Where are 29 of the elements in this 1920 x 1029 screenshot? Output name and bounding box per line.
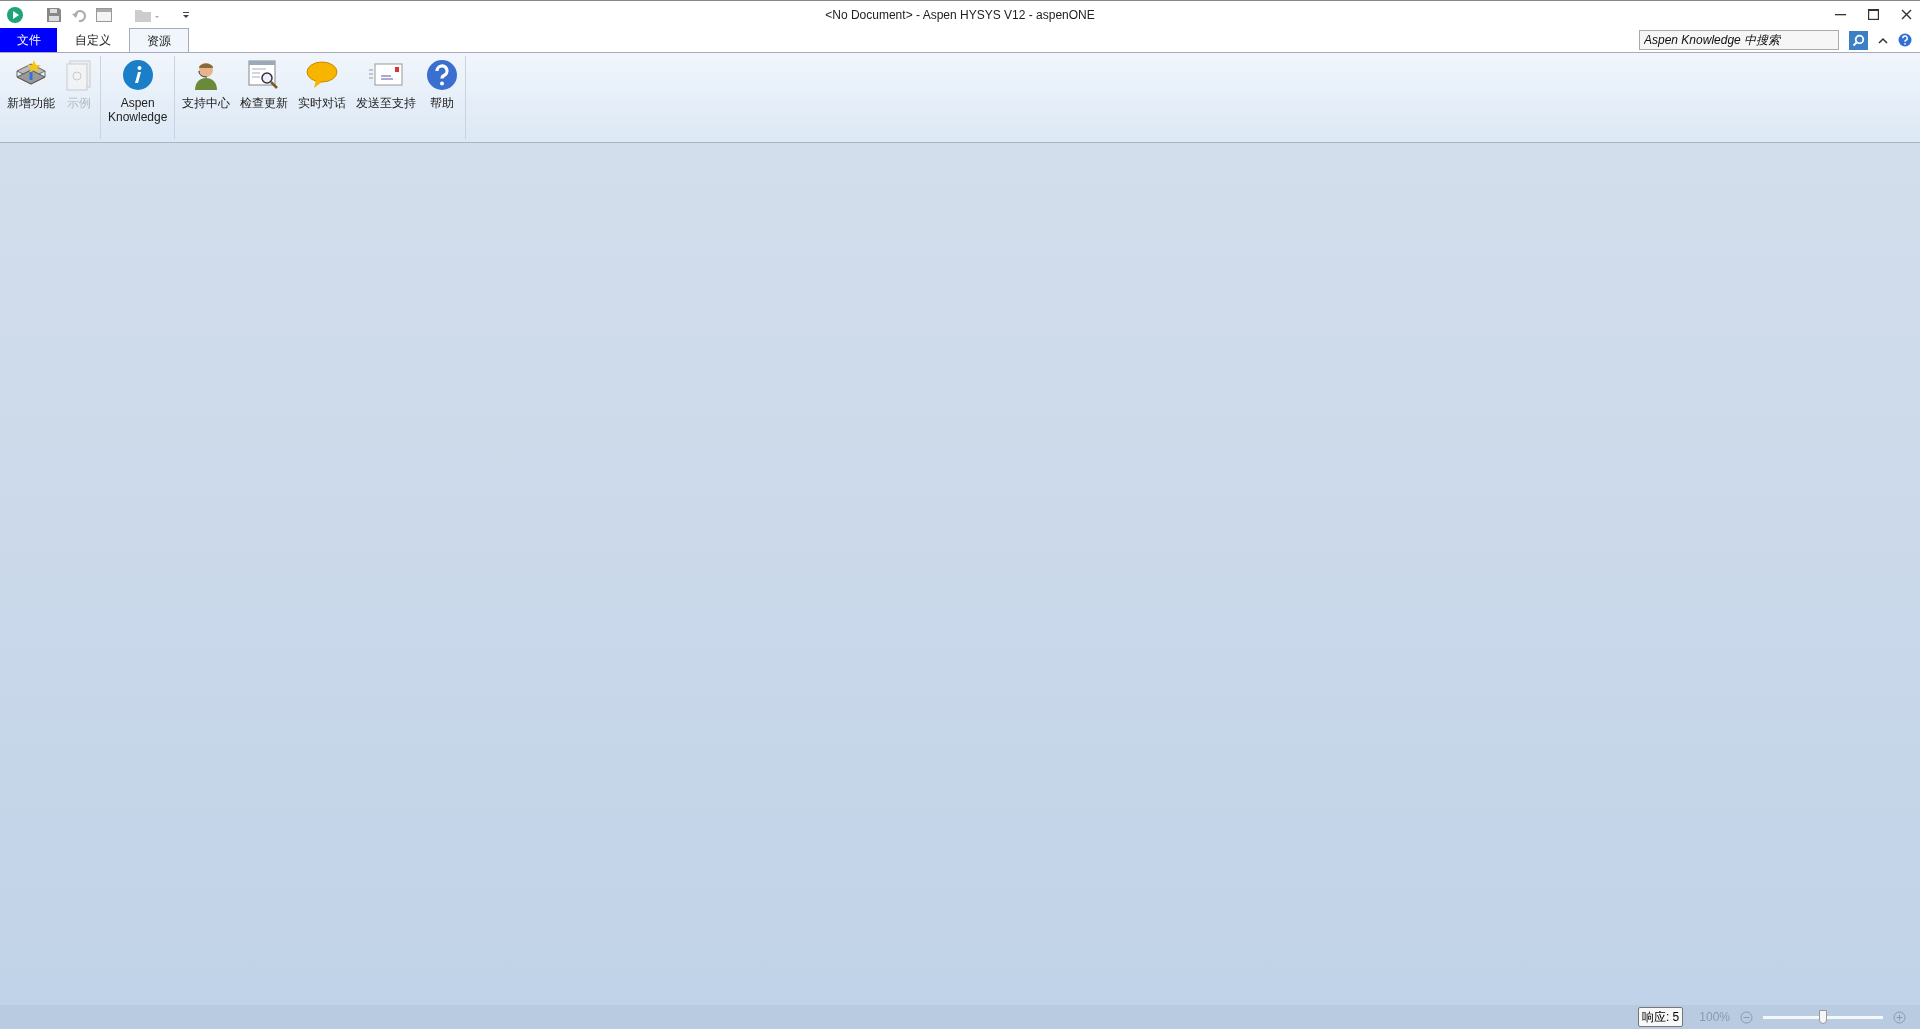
- help-icon: [426, 59, 459, 91]
- ribbon-button[interactable]: 实时对话: [295, 56, 350, 110]
- close-icon[interactable]: [1901, 9, 1912, 20]
- file-tab[interactable]: 文件: [0, 28, 57, 52]
- info-icon: [121, 59, 154, 91]
- ribbon-button[interactable]: 新增功能: [4, 56, 58, 110]
- customize-dropdown-icon[interactable]: [182, 10, 190, 19]
- document-pages-icon: [65, 59, 93, 91]
- undo-icon[interactable]: [72, 7, 86, 22]
- ribbon-button[interactable]: 检查更新: [237, 56, 292, 110]
- collapse-ribbon-icon[interactable]: [1878, 36, 1888, 44]
- ribbon-button[interactable]: 发送至支持: [353, 56, 420, 110]
- ribbon-button[interactable]: 支持中心: [179, 56, 234, 110]
- ribbon-button[interactable]: Aspen Knowledge: [105, 56, 171, 124]
- window-icon[interactable]: [96, 7, 112, 22]
- ribbon-button[interactable]: 帮助: [423, 56, 462, 110]
- search-button[interactable]: [1849, 30, 1868, 50]
- response-indicator: 响应: 5: [1637, 1007, 1684, 1027]
- ribbon-tab[interactable]: 自定义: [63, 28, 123, 52]
- envelope-icon: [369, 62, 404, 88]
- app-logo-icon[interactable]: [6, 5, 24, 24]
- zoom-slider[interactable]: [1763, 1010, 1883, 1024]
- search-field[interactable]: Aspen Knowledge 中搜索: [1639, 30, 1839, 50]
- ribbon-tab[interactable]: 资源: [129, 28, 189, 52]
- speech-bubble-icon: [306, 60, 339, 90]
- help-icon[interactable]: [1898, 33, 1912, 47]
- maximize-icon[interactable]: [1868, 9, 1879, 20]
- save-icon[interactable]: [46, 6, 62, 23]
- window-title: <No Document> - Aspen HYSYS V12 - aspenONE: [825, 6, 1095, 24]
